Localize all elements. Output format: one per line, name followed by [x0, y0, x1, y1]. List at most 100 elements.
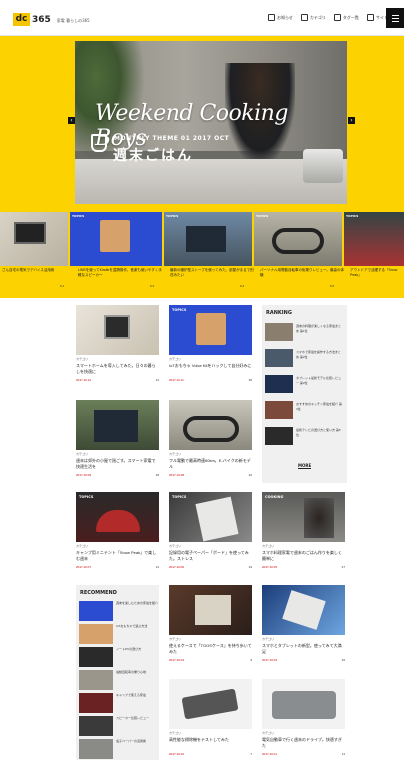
bike-image	[272, 228, 324, 254]
carousel-caption[interactable]: パーソナル用電動自転車の街乗りレビュー。最高の体験	[260, 268, 344, 278]
ranking-more-link[interactable]: MORE	[298, 463, 312, 469]
hero-next-arrow[interactable]: ›	[348, 117, 355, 124]
recommend-panel: RECOMMEND 週末を楽しむための家電を紹介 IoTおもちゃで遊ぶ方法 ノー…	[76, 585, 159, 760]
hero-jp-title: 週末ごはん	[113, 148, 193, 164]
article-count: 9	[250, 658, 252, 662]
article-card[interactable]: COOKING カテゴリ スマホ料理家電で週末のごはん作りを楽しく簡単に 201…	[262, 492, 345, 569]
article-card[interactable]: TOPICS カテゴリ 記録用の電子ペーパー「ボード」を使ってみた。ストレス 2…	[169, 492, 252, 569]
nav-news[interactable]: お知らせ	[268, 14, 293, 21]
article-card[interactable]: カテゴリ 高性能な掃除機をテストしてみた 2017.10.02 7	[169, 679, 252, 756]
article-date: 2017.10.11	[169, 378, 184, 382]
article-title: スマホ料理家電で週末のごはん作りを楽しく簡単に	[262, 550, 342, 561]
article-title: スマホとタブレットの新型。使ってみて大満足	[262, 643, 342, 654]
article-category: カテゴリ	[262, 544, 275, 548]
recommend-thumbnail	[79, 716, 113, 736]
ranking-item[interactable]: 最新テレビの選び方と使い方 第5位	[265, 427, 343, 447]
carousel-caption[interactable]: アウトドアで活躍する「Snow Peak」	[350, 268, 404, 278]
recommend-item[interactable]: ノートPCの選び方	[79, 647, 157, 669]
article-title: IoTおもちゃ Voice Kitをハックして自分好みに	[169, 363, 252, 368]
article-count: 12	[155, 378, 159, 382]
carousel-tag: TOPICS	[72, 214, 85, 218]
article-meta: 2017.10.09 18	[76, 473, 159, 477]
article-meta: 2017.10.02 7	[169, 752, 252, 756]
recommend-text: スピーカー比較レビュー	[116, 716, 150, 720]
recommend-item[interactable]: 電動自転車の乗り心地	[79, 670, 157, 692]
recommend-thumbnail	[79, 647, 113, 667]
hero-slide[interactable]: Weekend Cooking Boys MONTHLY THEME 01 20…	[75, 41, 347, 204]
hamburger-menu-button[interactable]	[386, 8, 404, 28]
cabin-image	[94, 410, 138, 442]
article-card[interactable]: カテゴリ 使えるケースで「TOOSケース」を持ち歩いてみた 2017.10.04…	[169, 585, 252, 662]
carousel-item[interactable]: TOPICS	[164, 212, 252, 266]
carousel-date: 6.1	[60, 284, 65, 288]
recommend-item[interactable]: IoTおもちゃで遊ぶ方法	[79, 624, 157, 646]
recommend-text: キャンプで使える家電	[116, 693, 146, 697]
carousel-item[interactable]: TOPICS	[344, 212, 404, 266]
article-date: 2017.10.03	[262, 658, 278, 662]
person-image	[304, 498, 334, 538]
tablet-image	[14, 222, 46, 244]
carousel-date: 6.4	[240, 284, 245, 288]
article-category: カテゴリ	[262, 731, 275, 735]
article-count: 22	[248, 473, 252, 477]
ranking-text: 週末の料理が楽しくなる家電まとめ 第1位	[296, 324, 342, 333]
article-meta: 2017.10.01 11	[262, 752, 345, 756]
tent-image	[96, 510, 140, 532]
article-thumbnail	[169, 679, 252, 729]
ranking-item[interactable]: タブレット最新モデル比較レビュー 第3位	[265, 375, 343, 395]
nav-category[interactable]: カテゴリ	[300, 14, 326, 21]
recommend-heading: RECOMMEND	[80, 590, 117, 596]
recommend-item[interactable]: 電子ペーパーの活用術	[79, 739, 157, 761]
recommend-item[interactable]: キャンプで使える家電	[79, 693, 157, 715]
logo-number: 365	[32, 14, 51, 25]
tablet-image	[282, 590, 326, 630]
article-thumbnail: TOPICS	[169, 305, 252, 355]
ranking-item[interactable]: スマホで家電を操作する方法まとめ 第2位	[265, 349, 343, 369]
article-card[interactable]: カテゴリ フル電動で最高時速60km。E-バイクの新モデル 2017.10.08…	[169, 400, 252, 477]
article-card[interactable]: カテゴリ 週末は郊外の小屋で過ごす。スマート家電で快適生活を 2017.10.0…	[76, 400, 159, 477]
article-title: スマートホームを導入してみた。日々の暮らしを快適に	[76, 363, 156, 374]
ranking-text: タブレット最新モデル比較レビュー 第3位	[296, 376, 342, 385]
site-logo[interactable]: dc 365 家電 暮らしの365	[13, 13, 90, 26]
article-category: カテゴリ	[169, 731, 182, 735]
carousel-caption[interactable]: 最新の暖炉型ストーブを使ってみた。部屋がまるで別荘みたい	[170, 268, 254, 278]
case-image	[195, 595, 231, 625]
recommend-text: 週末を楽しむための家電を紹介	[116, 601, 159, 605]
ranking-item[interactable]: おすすめのキッチン家電を紹介 第4位	[265, 401, 343, 421]
article-card[interactable]: カテゴリ スマートホームを導入してみた。日々の暮らしを快適に 2017.10.1…	[76, 305, 159, 382]
article-title: キャンプ用ミニテント「Snow Peak」で楽しむ週末	[76, 550, 157, 561]
carousel-item[interactable]: TOPICS	[70, 212, 162, 266]
header-nav: お知らせ カテゴリ タグ一覧 サイト内検索	[268, 14, 400, 21]
carousel-item[interactable]	[0, 212, 68, 266]
site-header: dc 365 家電 暮らしの365 お知らせ カテゴリ タグ一覧 サイト内検索	[0, 0, 404, 36]
carousel-item[interactable]: TOPICS	[254, 212, 342, 266]
site-tagline: 家電 暮らしの365	[56, 17, 90, 23]
hero-pot	[303, 149, 343, 183]
article-card[interactable]: カテゴリ 電気自動車で行く週末のドライブ。快適すぎた 2017.10.01 11	[262, 679, 345, 756]
carousel-caption[interactable]: LINEを使ってKindleを遠隔操作。音楽も使いやすく手軽なスピーカー	[78, 268, 162, 278]
article-card[interactable]: TOPICS カテゴリ キャンプ用ミニテント「Snow Peak」で楽しむ週末 …	[76, 492, 159, 569]
recommend-item[interactable]: スピーカー比較レビュー	[79, 716, 157, 738]
article-title: 使えるケースで「TOOSケース」を持ち歩いてみた	[169, 643, 252, 654]
article-category: カテゴリ	[262, 637, 275, 641]
cup-icon	[91, 134, 107, 152]
recommend-item[interactable]: 週末を楽しむための家電を紹介	[79, 601, 159, 623]
article-category: カテゴリ	[76, 452, 89, 456]
recommend-thumbnail	[79, 693, 113, 713]
search-icon	[366, 14, 374, 21]
nav-tags[interactable]: タグ一覧	[333, 14, 359, 21]
article-card[interactable]: TOPICS カテゴリ IoTおもちゃ Voice Kitをハックして自分好みに…	[169, 305, 252, 382]
cabin-image	[186, 226, 226, 252]
article-category: カテゴリ	[169, 637, 182, 641]
ranking-panel: RANKING 週末の料理が楽しくなる家電まとめ 第1位 スマホで家電を操作する…	[262, 305, 347, 483]
article-count: 11	[341, 752, 345, 756]
article-card[interactable]: カテゴリ スマホとタブレットの新型。使ってみて大満足 2017.10.03 16	[262, 585, 345, 662]
ranking-heading: RANKING	[266, 310, 292, 316]
article-thumbnail	[76, 305, 159, 355]
article-title: 週末は郊外の小屋で過ごす。スマート家電で快適生活を	[76, 458, 156, 469]
ranking-text: スマホで家電を操作する方法まとめ 第2位	[296, 350, 341, 359]
hero-prev-arrow[interactable]: ‹	[68, 117, 75, 124]
carousel-caption[interactable]: さん自宅の電気でデバイス活用術	[2, 268, 66, 273]
ranking-item[interactable]: 週末の料理が楽しくなる家電まとめ 第1位	[265, 323, 343, 343]
article-meta: 2017.10.07 14	[76, 565, 159, 569]
